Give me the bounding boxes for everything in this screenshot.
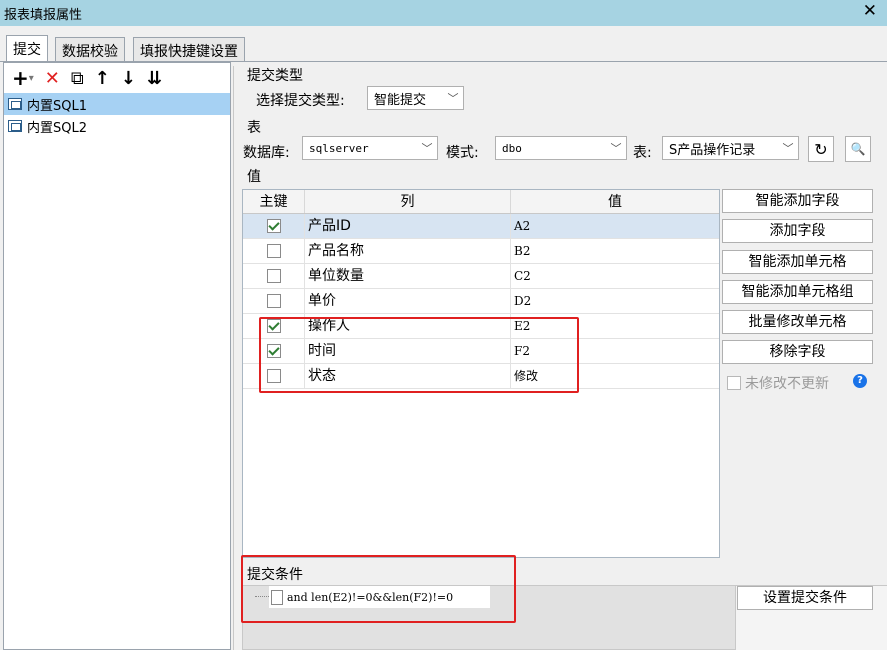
column-cell[interactable]: 单价 — [305, 289, 511, 313]
remove-field-button[interactable]: 移除字段 — [722, 340, 873, 364]
chevron-down-icon: ﹀ — [421, 142, 433, 155]
table-value: S产品操作记录 — [669, 142, 756, 158]
smart-add-cell-button[interactable]: 智能添加单元格 — [722, 250, 873, 274]
table-select[interactable]: S产品操作记录 ﹀ — [662, 136, 799, 160]
value-cell[interactable]: D2 — [511, 289, 719, 313]
copy-icon[interactable]: ⧉ — [71, 68, 84, 89]
key-cell — [243, 214, 305, 238]
move-down-icon[interactable]: ↓ — [121, 68, 136, 89]
sql-icon — [8, 120, 22, 132]
submit-type-label: 选择提交类型: — [256, 93, 345, 109]
column-cell[interactable]: 产品ID — [305, 214, 511, 238]
tree-item-sql1[interactable]: 内置SQL1 — [4, 93, 230, 115]
refresh-icon[interactable]: ↻ — [808, 136, 834, 162]
key-checkbox[interactable] — [266, 294, 281, 308]
key-cell — [243, 264, 305, 288]
table-row[interactable]: 产品ID A2 — [243, 214, 719, 239]
title-bar: 报表填报属性 ✕ — [0, 0, 887, 26]
highlight-box-rows — [259, 317, 579, 393]
preview-icon[interactable]: 🔍 — [845, 136, 871, 162]
submit-type-section-label: 提交类型 — [247, 68, 303, 84]
splitter[interactable] — [233, 66, 237, 650]
table-row[interactable]: 产品名称 B2 — [243, 239, 719, 264]
database-label: 数据库: — [243, 145, 290, 161]
values-section-label: 值 — [247, 169, 261, 185]
value-cell[interactable]: A2 — [511, 214, 719, 238]
checkbox[interactable] — [727, 376, 741, 390]
value-cell[interactable]: B2 — [511, 239, 719, 263]
table-section-label: 表 — [247, 120, 261, 136]
tab-submit[interactable]: 提交 — [6, 35, 48, 61]
header-value[interactable]: 值 — [511, 190, 719, 213]
no-update-unchanged-label: 未修改不更新 — [745, 376, 829, 392]
set-submit-condition-button[interactable]: 设置提交条件 — [737, 586, 873, 610]
submit-type-value: 智能提交 — [374, 92, 427, 108]
sql-icon — [8, 98, 22, 110]
key-checkbox[interactable] — [266, 219, 281, 233]
window-title: 报表填报属性 — [4, 8, 83, 23]
close-icon[interactable]: ✕ — [863, 1, 877, 21]
sql-list-panel: + ▾ ✕ ⧉ ↑ ↓ ⇊ 内置SQL1 内置SQL2 — [3, 62, 231, 650]
chevron-down-icon: ﹀ — [610, 142, 622, 155]
value-cell[interactable]: C2 — [511, 264, 719, 288]
help-icon[interactable]: ? — [853, 374, 867, 388]
smart-add-field-button[interactable]: 智能添加字段 — [722, 189, 873, 213]
smart-add-cell-group-button[interactable]: 智能添加单元格组 — [722, 280, 873, 304]
key-checkbox[interactable] — [266, 244, 281, 258]
tab-shortcut-settings[interactable]: 填报快捷键设置 — [133, 37, 245, 61]
add-icon[interactable]: + ▾ — [12, 66, 34, 90]
highlight-box-condition — [241, 555, 516, 623]
dropdown-icon: ▾ — [28, 72, 34, 84]
left-toolbar: + ▾ ✕ ⧉ ↑ ↓ ⇊ — [4, 63, 230, 93]
chevron-down-icon: ﹀ — [447, 92, 459, 105]
chevron-down-icon: ﹀ — [782, 142, 794, 155]
add-glyph: + — [12, 66, 29, 90]
no-update-unchanged-checkbox[interactable]: 未修改不更新 — [727, 373, 829, 393]
schema-value: dbo — [502, 141, 522, 155]
table-header: 主键 列 值 — [243, 190, 719, 214]
header-key[interactable]: 主键 — [243, 190, 305, 213]
tree-item-sql2[interactable]: 内置SQL2 — [4, 115, 230, 137]
database-value: sqlserver — [309, 141, 369, 155]
table-row[interactable]: 单位数量 C2 — [243, 264, 719, 289]
move-up-icon[interactable]: ↑ — [95, 68, 110, 89]
sort-icon[interactable]: ⇊ — [147, 68, 162, 89]
table-row[interactable]: 单价 D2 — [243, 289, 719, 314]
column-cell[interactable]: 单位数量 — [305, 264, 511, 288]
key-cell — [243, 289, 305, 313]
submit-type-select[interactable]: 智能提交 ﹀ — [367, 86, 464, 110]
delete-icon[interactable]: ✕ — [45, 68, 60, 89]
tree-item-label: 内置SQL2 — [27, 120, 87, 136]
batch-modify-cell-button[interactable]: 批量修改单元格 — [722, 310, 873, 334]
header-column[interactable]: 列 — [305, 190, 511, 213]
tree-item-label: 内置SQL1 — [27, 98, 87, 114]
table-label: 表: — [633, 145, 652, 161]
key-checkbox[interactable] — [266, 269, 281, 283]
schema-label: 模式: — [446, 145, 479, 161]
add-field-button[interactable]: 添加字段 — [722, 219, 873, 243]
key-cell — [243, 239, 305, 263]
schema-select[interactable]: dbo ﹀ — [495, 136, 627, 160]
tab-data-validation[interactable]: 数据校验 — [55, 37, 125, 61]
database-select[interactable]: sqlserver ﹀ — [302, 136, 438, 160]
column-cell[interactable]: 产品名称 — [305, 239, 511, 263]
